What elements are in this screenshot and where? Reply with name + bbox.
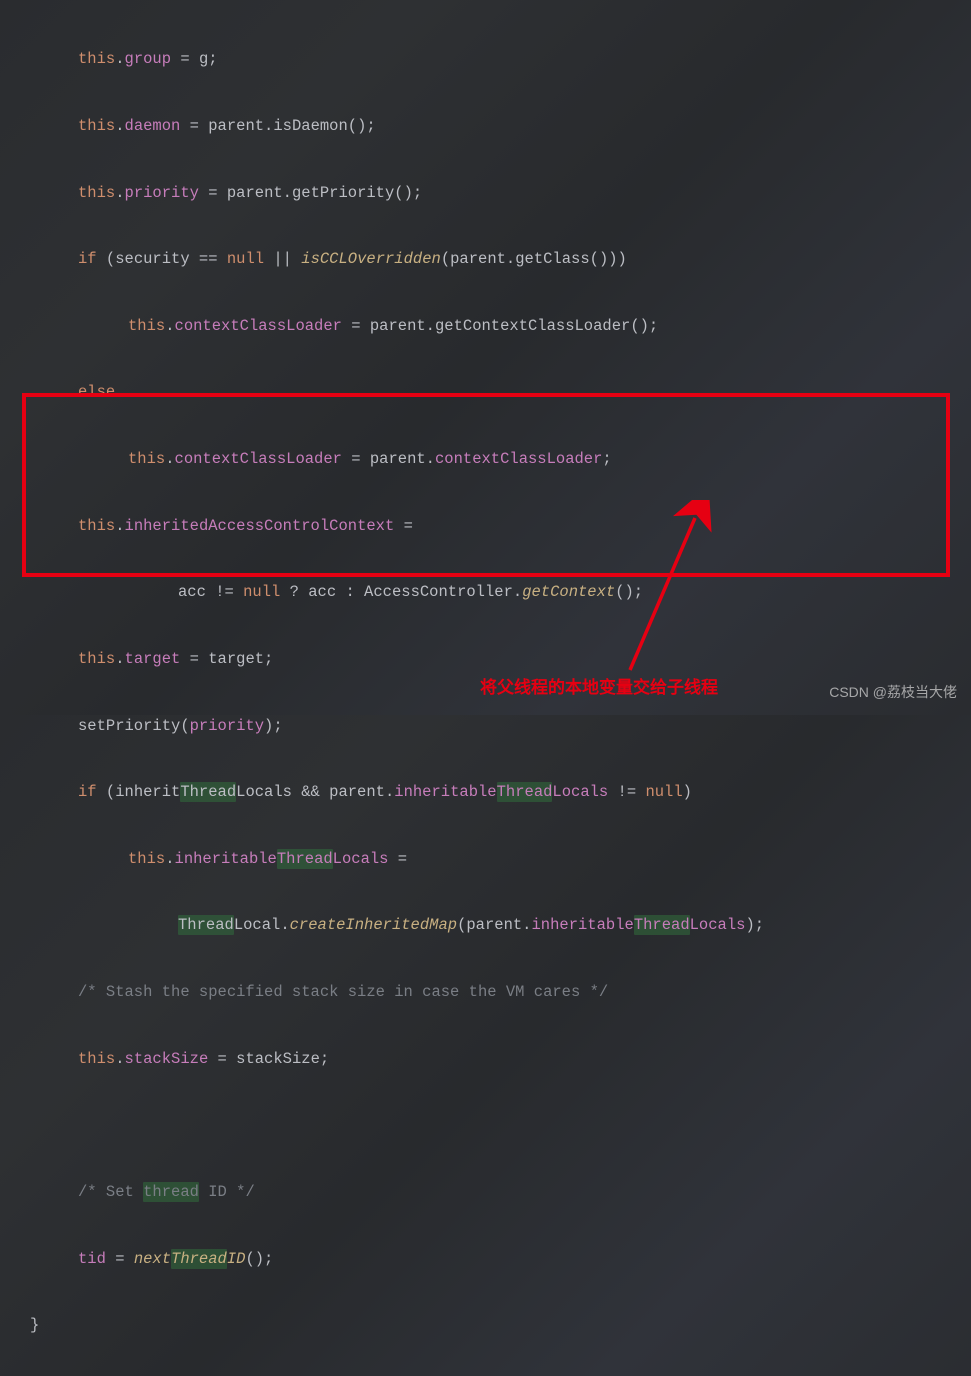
code-line: if (security == null || isCCLOverridden(… [0,243,971,276]
code-line: tid = nextThreadID(); [0,1243,971,1276]
code-line: } [0,1309,971,1342]
code-line [0,1109,971,1142]
annotation-text: 将父线程的本地变量交给子线程 [480,670,718,707]
code-line: this.inheritableThreadLocals = [0,843,971,876]
code-line: this.inheritedAccessControlContext = [0,510,971,543]
code-line: /* Set thread ID */ [0,1176,971,1209]
code-line: this.priority = parent.getPriority(); [0,177,971,210]
code-line: this.daemon = parent.isDaemon(); [0,110,971,143]
code-line: acc != null ? acc : AccessController.get… [0,576,971,609]
code-line: this.group = g; [0,43,971,76]
code-line: ThreadLocal.createInheritedMap(parent.in… [0,909,971,942]
code-line: else [0,376,971,409]
watermark: CSDN @荔枝当大佬 [829,677,957,707]
code-line: /* Stash the specified stack size in cas… [0,976,971,1009]
code-line: this.contextClassLoader = parent.context… [0,443,971,476]
code-line: this.stackSize = stackSize; [0,1043,971,1076]
code-line: this.contextClassLoader = parent.getCont… [0,310,971,343]
code-line: if (inheritThreadLocals && parent.inheri… [0,776,971,809]
